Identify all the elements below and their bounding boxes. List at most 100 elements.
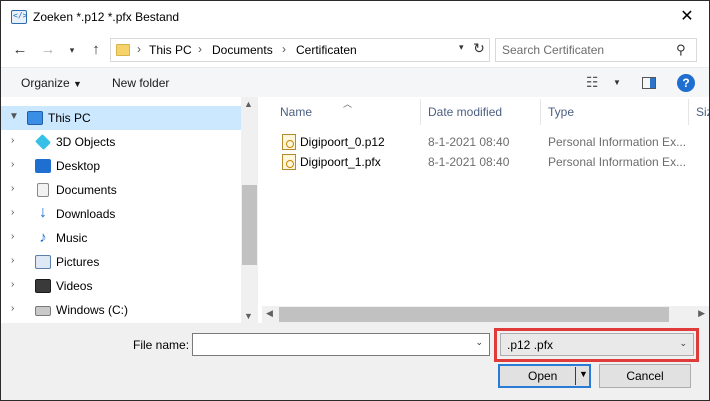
forward-arrow-icon[interactable]: →	[37, 39, 59, 61]
open-options-dropdown-icon[interactable]: ▼	[579, 369, 588, 379]
sidebar-item-music[interactable]: › ♪ Music	[1, 226, 241, 250]
folder-icon	[116, 44, 130, 56]
app-icon	[11, 10, 27, 24]
close-icon[interactable]: ✕	[667, 1, 707, 33]
search-input[interactable]	[502, 43, 672, 57]
file-list-horizontal-scrollbar[interactable]: ◀ ▶	[262, 306, 709, 323]
up-arrow-icon[interactable]: ↑	[85, 39, 107, 61]
command-toolbar: Organize ▼ New folder ☷ ▼ ?	[1, 67, 709, 97]
navigation-pane-scrollbar[interactable]: ▲ ▼	[241, 97, 258, 323]
address-bar[interactable]: › This PC › Documents › Certificaten ▾	[110, 38, 490, 62]
sidebar-item-label: Windows (C:)	[56, 303, 129, 317]
sidebar-item-windows-c[interactable]: › Windows (C:)	[1, 298, 241, 322]
chevron-down-icon[interactable]: ⌄	[679, 338, 687, 349]
file-list: ︿ Name Date modified Type Siz Digipoort_…	[262, 97, 709, 323]
sidebar-item-label: Downloads	[56, 207, 116, 221]
drive-icon	[35, 306, 51, 316]
file-type-filter-value: .p12 .pfx	[507, 338, 554, 352]
file-name-input[interactable]	[197, 337, 467, 351]
view-dropdown-icon[interactable]: ▼	[613, 78, 621, 87]
certificate-file-icon	[282, 134, 296, 150]
expanded-chevron-icon[interactable]: ▼	[9, 111, 19, 122]
sidebar-item-this-pc[interactable]: ▼ This PC	[1, 106, 241, 130]
cancel-button[interactable]: Cancel	[599, 364, 691, 388]
chevron-right-icon[interactable]: ›	[11, 303, 14, 314]
sidebar-item-documents[interactable]: › Documents	[1, 178, 241, 202]
chevron-right-icon[interactable]: ›	[11, 231, 14, 242]
file-date: 8-1-2021 08:40	[428, 135, 510, 149]
recent-locations-chevron-icon[interactable]: ▾	[61, 39, 83, 61]
breadcrumb-this-pc[interactable]: This PC	[149, 43, 192, 57]
chevron-right-icon[interactable]: ›	[11, 207, 14, 218]
download-icon: ↓	[39, 204, 47, 221]
column-header-size[interactable]: Siz	[696, 105, 709, 119]
sidebar-item-label: Documents	[56, 183, 117, 197]
window-title: Zoeken *.p12 *.pfx Bestand	[33, 10, 180, 24]
sidebar-item-3d-objects[interactable]: › 3D Objects	[1, 130, 241, 154]
file-name-combobox[interactable]: ⌄	[192, 333, 490, 356]
column-divider[interactable]	[688, 99, 689, 125]
column-header-name[interactable]: Name	[280, 105, 312, 119]
video-icon	[35, 279, 51, 293]
scroll-left-icon[interactable]: ◀	[266, 308, 273, 319]
new-folder-button[interactable]: New folder	[112, 76, 169, 90]
sidebar-item-downloads[interactable]: › ↓ Downloads	[1, 202, 241, 226]
chevron-right-icon[interactable]: ›	[11, 135, 14, 146]
file-date: 8-1-2021 08:40	[428, 155, 510, 169]
scrollbar-thumb[interactable]	[242, 185, 257, 265]
open-button[interactable]: Open ▼	[498, 364, 591, 388]
sidebar-item-label: Pictures	[56, 255, 100, 269]
address-dropdown-icon[interactable]: ▾	[459, 42, 464, 53]
sidebar-item-label: Videos	[56, 279, 93, 293]
column-divider[interactable]	[540, 99, 541, 125]
view-options-icon[interactable]: ☷	[586, 74, 599, 91]
breadcrumb-separator-icon[interactable]: ›	[137, 42, 141, 56]
title-bar: Zoeken *.p12 *.pfx Bestand ✕	[1, 1, 709, 33]
breadcrumb-separator-icon[interactable]: ›	[198, 42, 202, 56]
preview-pane-icon[interactable]	[642, 77, 656, 89]
column-divider[interactable]	[420, 99, 421, 125]
back-arrow-icon[interactable]: ←	[9, 39, 31, 61]
file-type: Personal Information Ex...	[548, 155, 687, 169]
cancel-button-label: Cancel	[626, 369, 664, 383]
breadcrumb-separator-icon[interactable]: ›	[282, 42, 286, 56]
column-header-date-modified[interactable]: Date modified	[428, 105, 502, 119]
help-icon[interactable]: ?	[677, 74, 695, 92]
breadcrumb-certificaten[interactable]: Certificaten	[296, 43, 357, 57]
pictures-icon	[35, 255, 51, 269]
sidebar-item-videos[interactable]: › Videos	[1, 274, 241, 298]
scroll-up-icon[interactable]: ▲	[244, 99, 253, 109]
search-box[interactable]: ⚲	[495, 38, 697, 62]
chevron-right-icon[interactable]: ›	[11, 159, 14, 170]
chevron-down-icon[interactable]: ⌄	[475, 337, 483, 348]
file-row[interactable]: Digipoort_1.pfx 8-1-2021 08:40 Personal …	[276, 152, 706, 172]
file-name: Digipoort_1.pfx	[300, 155, 381, 169]
chevron-right-icon[interactable]: ›	[11, 255, 14, 266]
scrollbar-thumb[interactable]	[279, 307, 669, 322]
split-divider	[575, 367, 576, 385]
sort-ascending-icon: ︿	[343, 99, 353, 109]
file-name: Digipoort_0.p12	[300, 135, 385, 149]
file-name-label: File name:	[133, 338, 190, 352]
scroll-down-icon[interactable]: ▼	[244, 311, 253, 321]
refresh-icon[interactable]: ↻	[469, 38, 489, 58]
sidebar-item-desktop[interactable]: › Desktop	[1, 154, 241, 178]
scroll-right-icon[interactable]: ▶	[698, 308, 705, 319]
sidebar-item-pictures[interactable]: › Pictures	[1, 250, 241, 274]
open-button-label: Open	[528, 369, 558, 383]
organize-menu-button[interactable]: Organize ▼	[21, 76, 82, 90]
computer-icon	[27, 111, 43, 125]
search-icon[interactable]: ⚲	[676, 42, 686, 58]
navigation-pane: ▼ This PC › 3D Objects › Desktop › Docum…	[1, 97, 258, 323]
dialog-footer: File name: ⌄ .p12 .pfx ⌄ Open ▼ Cancel	[1, 323, 709, 400]
chevron-right-icon[interactable]: ›	[11, 279, 14, 290]
column-header-type[interactable]: Type	[548, 105, 574, 119]
file-row[interactable]: Digipoort_0.p12 8-1-2021 08:40 Personal …	[276, 132, 706, 152]
chevron-right-icon[interactable]: ›	[11, 183, 14, 194]
sidebar-item-label: Music	[56, 231, 88, 245]
breadcrumb-documents[interactable]: Documents	[212, 43, 273, 57]
file-open-dialog: Zoeken *.p12 *.pfx Bestand ✕ ← → ▾ ↑ › T…	[0, 0, 710, 401]
chevron-down-icon: ▼	[73, 79, 82, 89]
certificate-file-icon	[282, 154, 296, 170]
file-type-filter-select[interactable]: .p12 .pfx ⌄	[500, 333, 694, 356]
